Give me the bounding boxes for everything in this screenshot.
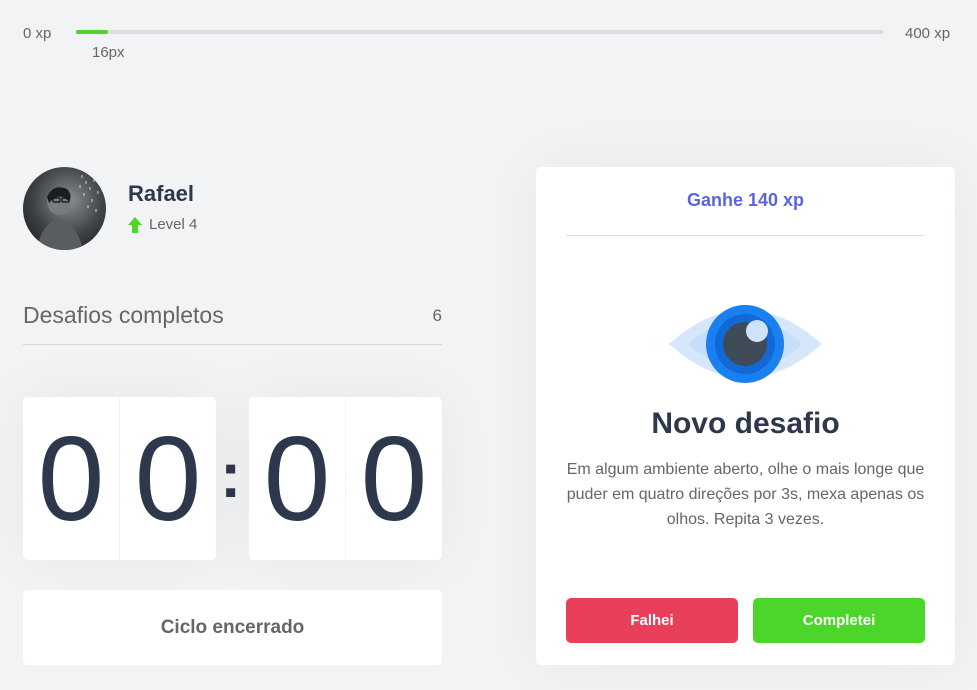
challenge-xp-header: Ganhe 140 xp [566,187,925,236]
countdown-minutes: 0 0 [23,397,216,560]
arrow-up-icon [128,216,142,233]
completed-challenges: Desafios completos 6 [23,300,442,345]
level-label: Level 4 [149,216,198,233]
xp-current-label: 16px [92,44,125,61]
countdown-seconds: 0 0 [249,397,442,560]
xp-progress-bar [76,30,883,34]
xp-max-label: 400 xp [905,25,951,42]
xp-min-label: 0 xp [23,25,52,42]
level-row: Level 4 [128,216,197,233]
completed-button[interactable]: Completei [753,598,925,643]
second-digit-left: 0 [249,397,346,560]
challenge-description: Em algum ambiente aberto, olhe o mais lo… [566,461,925,528]
xp-progress-fill [76,30,109,34]
cycle-finished-button[interactable]: Ciclo encerrado [23,590,442,665]
completed-challenges-count: 6 [432,306,442,325]
eye-icon [669,305,822,383]
avatar [23,167,106,250]
challenge-card: Ganhe 140 xp Novo desafio Em algum ambie… [536,167,955,665]
minute-digit-left: 0 [23,397,120,560]
second-digit-right: 0 [360,411,428,546]
challenge-title: Novo desafio [651,407,840,440]
minute-digit-right: 0 [134,411,202,546]
completed-challenges-label: Desafios completos [23,302,224,328]
countdown-separator: : [220,439,242,511]
failed-button[interactable]: Falhei [566,598,738,643]
profile-name: Rafael [128,181,195,206]
